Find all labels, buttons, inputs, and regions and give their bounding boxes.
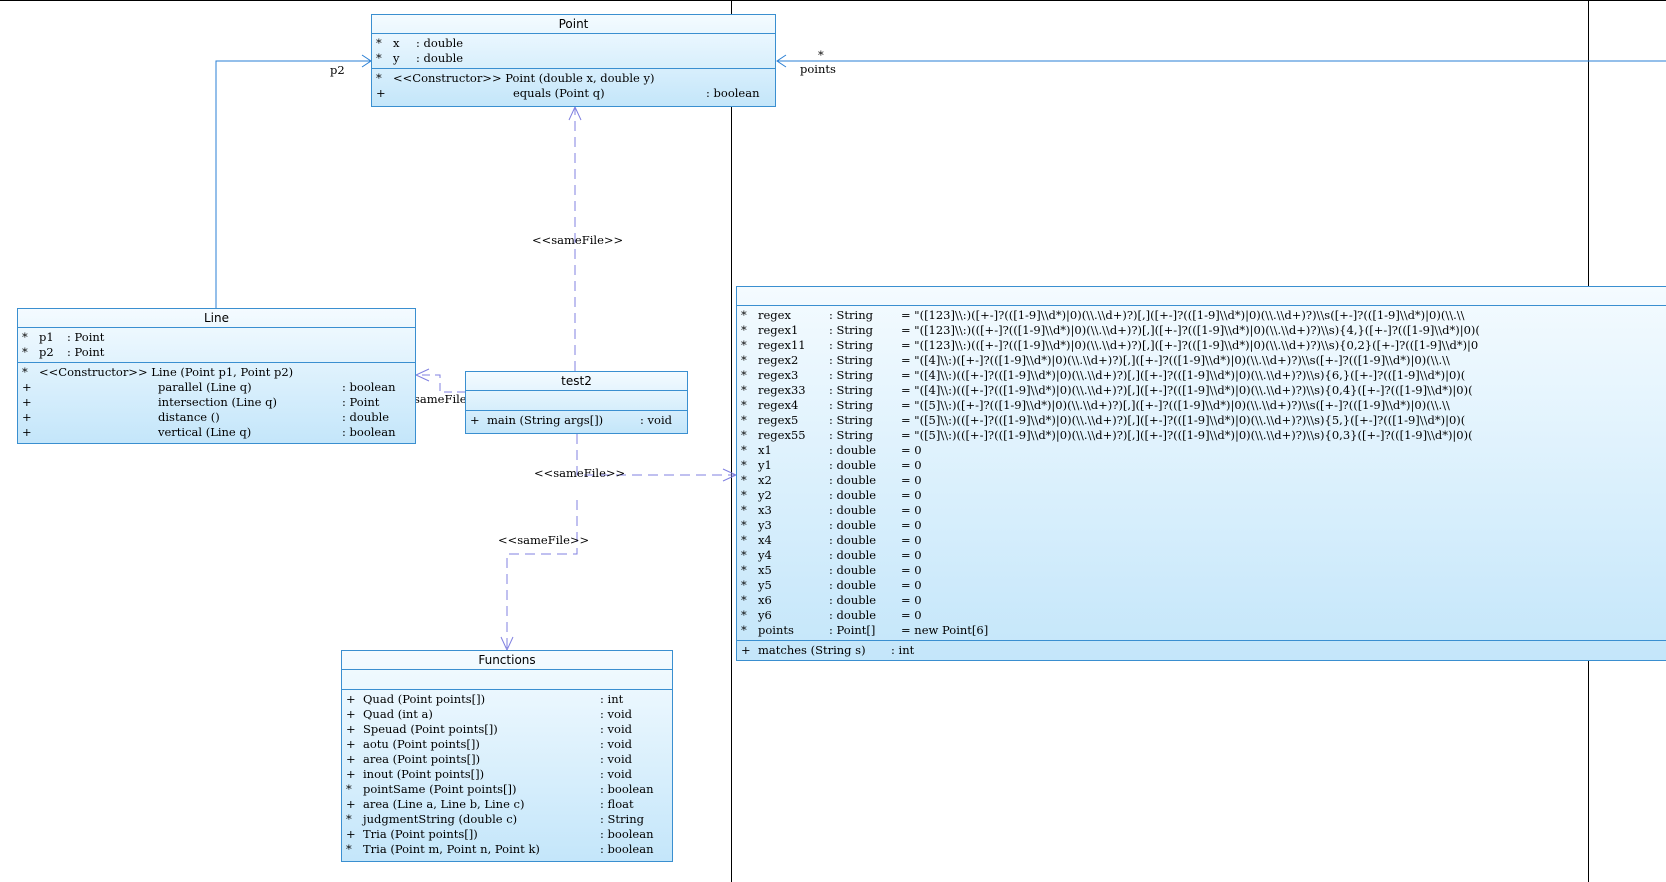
attribute-row[interactable]: * regex5: String = "([5]\\:)(([+-]?(([1-9]… bbox=[741, 413, 1666, 428]
attribute-row[interactable]: * regex4: String = "([5]\\:)([+-]?(([1-9]\… bbox=[741, 398, 1666, 413]
class-main-attributes: * regex: String = "([123]\\:)([+-]?(([1-9]… bbox=[737, 306, 1666, 641]
attribute-row[interactable]: * regex11: String = "([123]\\:)(([+-]?(([1… bbox=[741, 338, 1666, 353]
attribute-row[interactable]: * regex: String = "([123]\\:)([+-]?(([1-9]… bbox=[741, 308, 1666, 323]
class-test2[interactable]: test2 + main (String args[]): void bbox=[465, 371, 688, 434]
stereotype-label-samefile-line: sameFile bbox=[414, 392, 467, 406]
operation-row[interactable]: + matches (String s): int bbox=[741, 643, 1666, 658]
class-functions-attributes bbox=[342, 670, 672, 690]
operation-row[interactable]: + area (Point points[]): void bbox=[346, 752, 672, 767]
attribute-row[interactable]: * x1: double = 0 bbox=[741, 443, 1666, 458]
multiplicity-label: * bbox=[818, 48, 824, 62]
class-line-operations: * <<Constructor>> Line (Point p1, Point p… bbox=[18, 363, 415, 442]
class-functions[interactable]: Functions + Quad (Point points[]): int + Q… bbox=[341, 650, 673, 862]
operation-row[interactable]: + Quad (Point points[]): int bbox=[346, 692, 672, 707]
attribute-row[interactable]: * regex3: String = "([4]\\:)(([+-]?(([1-9]… bbox=[741, 368, 1666, 383]
class-main-operations: + matches (String s): int bbox=[737, 641, 1666, 660]
attribute-row[interactable]: * regex55: String = "([5]\\:)(([+-]?(([1-9… bbox=[741, 428, 1666, 443]
class-functions-operations: + Quad (Point points[]): int + Quad (int a… bbox=[342, 690, 672, 859]
dependency-test2-line[interactable] bbox=[416, 374, 465, 393]
attribute-row[interactable]: * x6: double = 0 bbox=[741, 593, 1666, 608]
operation-row[interactable]: * <<Constructor>> Point (double x, double… bbox=[376, 71, 775, 86]
attribute-row[interactable]: * y2: double = 0 bbox=[741, 488, 1666, 503]
operation-row[interactable]: + intersection (Line q): Point bbox=[22, 395, 415, 410]
attribute-row[interactable]: * y: double bbox=[376, 51, 775, 66]
attribute-row[interactable]: * p2: Point bbox=[22, 345, 415, 360]
attribute-row[interactable]: * y6: double = 0 bbox=[741, 608, 1666, 623]
attribute-row[interactable]: * y4: double = 0 bbox=[741, 548, 1666, 563]
operation-row[interactable]: + Tria (Point points[]): boolean bbox=[346, 827, 672, 842]
attribute-row[interactable]: * x5: double = 0 bbox=[741, 563, 1666, 578]
operation-row[interactable]: * judgmentString (double c): String bbox=[346, 812, 672, 827]
operation-row[interactable]: + area (Line a, Line b, Line c): float bbox=[346, 797, 672, 812]
attribute-row[interactable]: * x4: double = 0 bbox=[741, 533, 1666, 548]
operation-row[interactable]: + Quad (int a): void bbox=[346, 707, 672, 722]
attribute-row[interactable]: * x3: double = 0 bbox=[741, 503, 1666, 518]
class-point-attributes: * x: double * y: double bbox=[372, 34, 775, 69]
operation-row[interactable]: * pointSame (Point points[]): boolean bbox=[346, 782, 672, 797]
stereotype-label-samefile-point: <<sameFile>> bbox=[532, 233, 624, 247]
operation-row[interactable]: + aotu (Point points[]): void bbox=[346, 737, 672, 752]
attribute-row[interactable]: * x2: double = 0 bbox=[741, 473, 1666, 488]
class-line-name: Line bbox=[18, 309, 415, 328]
class-test2-operations: + main (String args[]): void bbox=[466, 411, 687, 430]
operation-row[interactable]: + Speuad (Point points[]): void bbox=[346, 722, 672, 737]
role-label-p2: p2 bbox=[330, 63, 345, 77]
class-test2-attributes bbox=[466, 391, 687, 411]
class-point-operations: * <<Constructor>> Point (double x, double… bbox=[372, 69, 775, 103]
operation-row[interactable]: * Tria (Point m, Point n, Point k): boole… bbox=[346, 842, 672, 857]
class-test2-name: test2 bbox=[466, 372, 687, 391]
operation-row[interactable]: + main (String args[]): void bbox=[470, 413, 687, 428]
class-main-name bbox=[737, 287, 1666, 306]
operation-row[interactable]: + vertical (Line q): boolean bbox=[22, 425, 415, 440]
attribute-row[interactable]: * points: Point[] = new Point[6] bbox=[741, 623, 1666, 638]
attribute-row[interactable]: * regex33: String = "([4]\\:)(([+-]?(([1-9… bbox=[741, 383, 1666, 398]
attribute-row[interactable]: * regex1: String = "([123]\\:)(([+-]?(([1-… bbox=[741, 323, 1666, 338]
association-line-to-point[interactable] bbox=[215, 60, 371, 308]
attribute-row[interactable]: * y5: double = 0 bbox=[741, 578, 1666, 593]
attribute-row[interactable]: * y1: double = 0 bbox=[741, 458, 1666, 473]
dependency-test2-functions[interactable] bbox=[506, 500, 578, 650]
class-point[interactable]: Point * x: double * y: double * <<Construct… bbox=[371, 14, 776, 107]
class-line-attributes: * p1: Point * p2: Point bbox=[18, 328, 415, 363]
class-point-name: Point bbox=[372, 15, 775, 34]
operation-row[interactable]: + equals (Point q): boolean bbox=[376, 86, 775, 101]
stereotype-label-samefile-main: <<sameFile>> bbox=[534, 466, 626, 480]
class-main[interactable]: * regex: String = "([123]\\:)([+-]?(([1-9]… bbox=[736, 286, 1666, 661]
operation-row[interactable]: + inout (Point points[]): void bbox=[346, 767, 672, 782]
class-functions-name: Functions bbox=[342, 651, 672, 670]
attribute-row[interactable]: * p1: Point bbox=[22, 330, 415, 345]
operation-row[interactable]: * <<Constructor>> Line (Point p1, Point p… bbox=[22, 365, 415, 380]
attribute-row[interactable]: * y3: double = 0 bbox=[741, 518, 1666, 533]
operation-row[interactable]: + distance (): double bbox=[22, 410, 415, 425]
role-label-points: points bbox=[800, 62, 836, 76]
stereotype-label-samefile-functions: <<sameFile>> bbox=[498, 533, 590, 547]
attribute-row[interactable]: * regex2: String = "([4]\\:)([+-]?(([1-9]\… bbox=[741, 353, 1666, 368]
class-line[interactable]: Line * p1: Point * p2: Point * <<Constructo… bbox=[17, 308, 416, 444]
attribute-row[interactable]: * x: double bbox=[376, 36, 775, 51]
operation-row[interactable]: + parallel (Line q): boolean bbox=[22, 380, 415, 395]
